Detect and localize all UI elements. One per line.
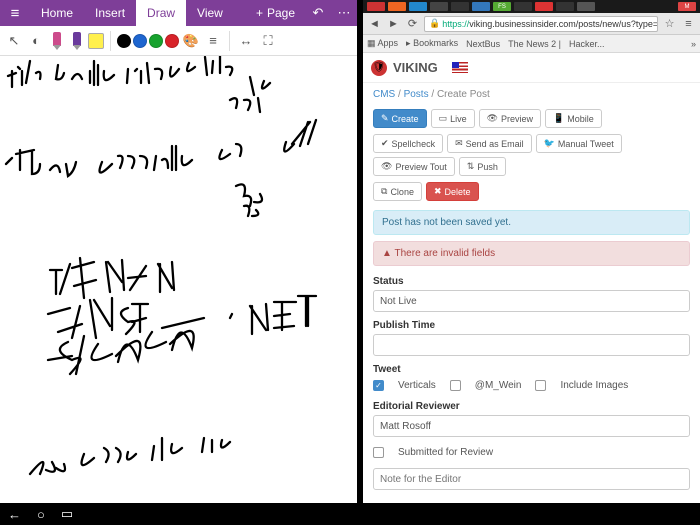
- undo-icon[interactable]: ↶: [305, 0, 331, 26]
- crumb-cms[interactable]: CMS: [373, 89, 395, 100]
- more-icon[interactable]: ⋯: [331, 0, 357, 26]
- tab-draw[interactable]: Draw: [136, 0, 186, 26]
- onenote-ribbon-tabs: ≡ Home Insert Draw View +Page ↶ ⋯: [0, 0, 357, 26]
- stroke-width-icon[interactable]: ≡: [203, 29, 223, 53]
- task-view-icon[interactable]: ▭: [61, 506, 73, 522]
- publish-time-field[interactable]: [373, 334, 690, 356]
- cortana-icon[interactable]: ○: [37, 507, 45, 522]
- star-icon[interactable]: ☆: [662, 17, 677, 30]
- bookmarks-folder[interactable]: ▸ Bookmarks: [406, 38, 458, 49]
- fullscreen-icon[interactable]: ⛶: [258, 29, 278, 53]
- bookmarks-bar: ▦ Apps ▸ Bookmarks NextBus The News 2 | …: [363, 35, 700, 53]
- push-button[interactable]: ⇅ Push: [459, 157, 506, 176]
- browser-tab[interactable]: [451, 2, 469, 11]
- crumb-current: Create Post: [437, 89, 490, 100]
- live-button[interactable]: ▭ Live: [431, 109, 475, 128]
- create-button[interactable]: ✎ Create: [373, 109, 427, 128]
- back-nav-icon[interactable]: ←: [8, 507, 21, 522]
- crumb-posts[interactable]: Posts: [404, 89, 429, 100]
- color-green[interactable]: [149, 34, 163, 48]
- status-label: Status: [373, 276, 690, 287]
- send-email-button[interactable]: ✉ Send as Email: [447, 134, 532, 153]
- browser-tab[interactable]: [577, 2, 595, 11]
- tab-insert[interactable]: Insert: [84, 0, 136, 26]
- back-icon[interactable]: ◄: [367, 18, 382, 30]
- reload-icon[interactable]: ⟳: [405, 17, 420, 30]
- pen-purple[interactable]: [68, 30, 86, 52]
- forward-icon[interactable]: ►: [386, 18, 401, 30]
- color-black[interactable]: [117, 34, 131, 48]
- address-bar[interactable]: 🔒 https://viking.businessinsider.com/pos…: [424, 16, 658, 32]
- viking-logo-icon: 🛡: [371, 60, 387, 76]
- publish-time-label: Publish Time: [373, 320, 690, 331]
- preview-tout-button[interactable]: 👁 Preview Tout: [373, 157, 455, 176]
- editor-note-field[interactable]: [373, 468, 690, 490]
- browser-tabstrip[interactable]: FS M: [363, 0, 700, 13]
- browser-tab[interactable]: [430, 2, 448, 11]
- spellcheck-button[interactable]: ✔ Spellcheck: [373, 134, 443, 153]
- lock-icon: 🔒: [429, 18, 440, 29]
- gmail-icon[interactable]: M: [678, 2, 696, 11]
- cursor-tool-icon[interactable]: ↖: [4, 29, 24, 53]
- handwriting-svg: [0, 56, 357, 486]
- mobile-button[interactable]: 📱 Mobile: [545, 109, 602, 128]
- browser-tab[interactable]: [388, 2, 406, 11]
- tweet-label: Tweet: [373, 364, 690, 375]
- browser-tab[interactable]: [409, 2, 427, 11]
- browser-toolbar: ◄ ► ⟳ 🔒 https://viking.businessinsider.c…: [363, 13, 700, 35]
- preview-button[interactable]: 👁 Preview: [479, 109, 541, 128]
- separator: [229, 31, 230, 51]
- hamburger-icon[interactable]: ≡: [0, 0, 30, 26]
- cms-content: CMS / Posts / Create Post ✎ Create ▭ Liv…: [363, 83, 700, 503]
- windows-taskbar[interactable]: ← ○ ▭: [0, 503, 700, 525]
- reviewer-field[interactable]: [373, 415, 690, 437]
- verticals-checkbox[interactable]: ✓: [373, 380, 384, 391]
- highlighter-yellow[interactable]: [88, 33, 104, 49]
- delete-button[interactable]: ✖ Delete: [426, 182, 479, 201]
- browser-tab[interactable]: [556, 2, 574, 11]
- bookmark-link[interactable]: Hacker...: [569, 39, 605, 49]
- info-alert: Post has not been saved yet.: [373, 210, 690, 235]
- browser-tab[interactable]: [472, 2, 490, 11]
- site-name: VIKING: [393, 60, 438, 75]
- color-red[interactable]: [165, 34, 179, 48]
- us-flag-icon[interactable]: [452, 62, 468, 73]
- mwein-checkbox[interactable]: [450, 380, 461, 391]
- tab-home[interactable]: Home: [30, 0, 84, 26]
- add-page-button[interactable]: +Page: [246, 0, 305, 26]
- viking-header: 🛡 VIKING: [363, 53, 700, 83]
- tab-view[interactable]: View: [186, 0, 234, 26]
- browser-tab[interactable]: FS: [493, 2, 511, 11]
- bookmark-link[interactable]: NextBus: [466, 39, 500, 49]
- color-picker-icon[interactable]: 🎨: [181, 29, 201, 53]
- warning-icon: ▲: [382, 248, 392, 259]
- pen-pink[interactable]: [48, 30, 66, 52]
- insert-space-icon[interactable]: ↔: [236, 29, 256, 53]
- breadcrumb: CMS / Posts / Create Post: [363, 83, 700, 106]
- separator: [110, 31, 111, 51]
- reviewer-label: Editorial Reviewer: [373, 401, 690, 412]
- status-field[interactable]: [373, 290, 690, 312]
- other-bookmarks-icon[interactable]: »: [691, 39, 696, 49]
- browser-pane: FS M ◄ ► ⟳ 🔒 https://viking.businessinsi…: [363, 0, 700, 503]
- submitted-checkbox[interactable]: [373, 447, 384, 458]
- browser-tab[interactable]: [514, 2, 532, 11]
- clone-button[interactable]: ⧉ Clone: [373, 182, 422, 201]
- browser-tab[interactable]: [367, 2, 385, 11]
- onenote-pane: ≡ Home Insert Draw View +Page ↶ ⋯ ↖ ◐ 🎨 …: [0, 0, 357, 503]
- browser-tab[interactable]: [535, 2, 553, 11]
- include-images-checkbox[interactable]: [535, 380, 546, 391]
- bookmark-link[interactable]: The News 2 |: [508, 39, 561, 49]
- apps-bookmark[interactable]: ▦ Apps: [367, 38, 398, 49]
- menu-icon[interactable]: ≡: [681, 18, 696, 30]
- error-alert: ▲ There are invalid fields: [373, 241, 690, 266]
- manual-tweet-button[interactable]: 🐦 Manual Tweet: [536, 134, 622, 153]
- lasso-tool-icon[interactable]: ◐: [26, 29, 46, 53]
- ink-canvas[interactable]: [0, 56, 357, 503]
- color-blue[interactable]: [133, 34, 147, 48]
- draw-toolbar: ↖ ◐ 🎨 ≡ ↔ ⛶: [0, 26, 357, 56]
